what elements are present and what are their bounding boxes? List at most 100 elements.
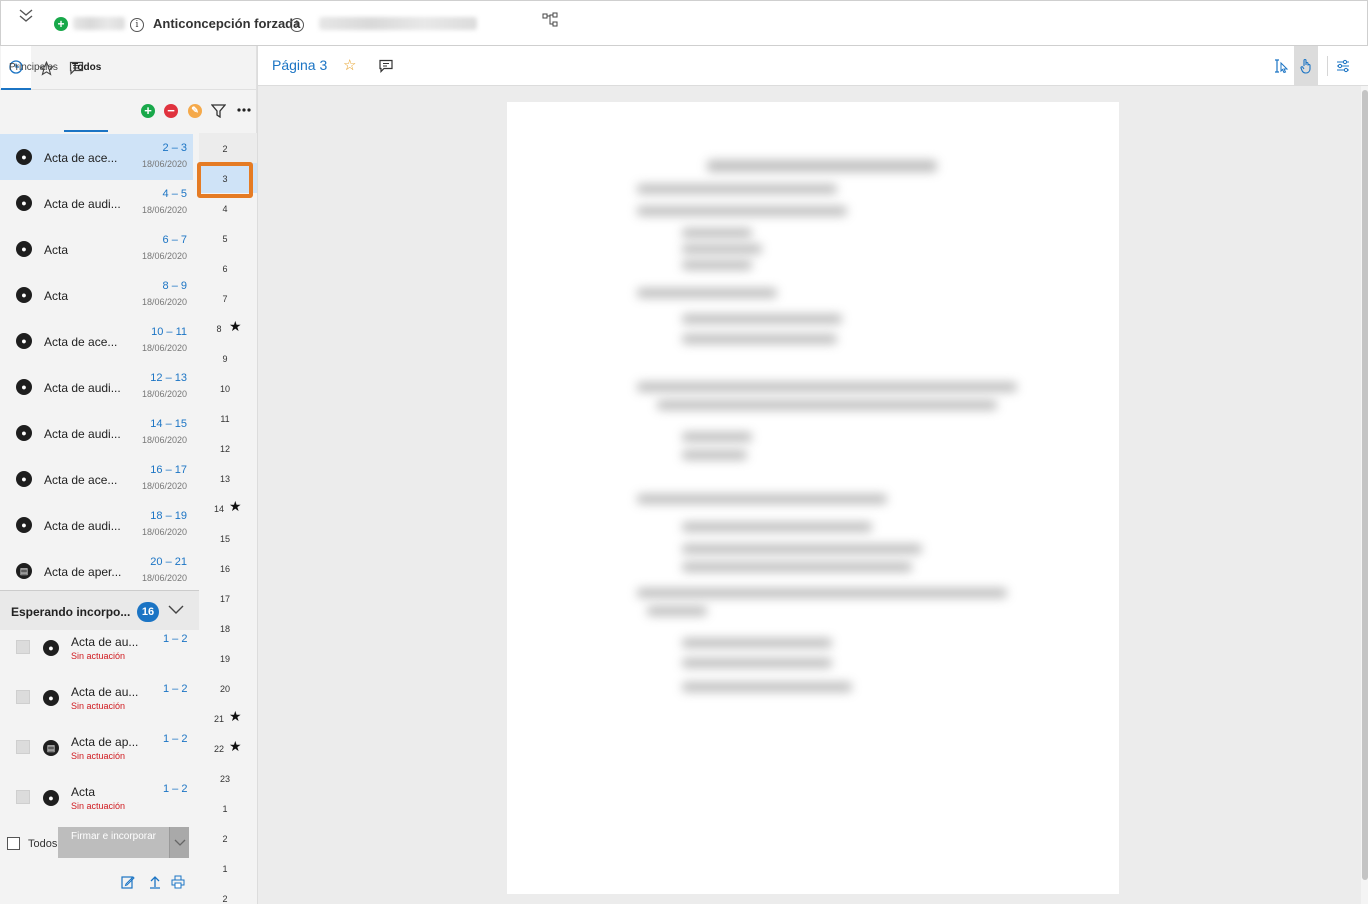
page-number-cell[interactable]: 9 xyxy=(199,343,257,373)
pending-item-checkbox[interactable] xyxy=(16,740,30,754)
page-number-cell[interactable]: 19 xyxy=(199,643,257,673)
page-number-cell[interactable]: 21 ★ xyxy=(199,703,257,733)
page-number-cell[interactable]: 18 xyxy=(199,613,257,643)
page-number-cell[interactable]: 8 ★ xyxy=(199,313,257,343)
pending-item-title: Acta xyxy=(71,785,96,799)
blurred-text xyxy=(637,382,1017,392)
tree-structure-icon[interactable] xyxy=(542,12,558,28)
page-title: Página 3 xyxy=(272,57,328,73)
document-date: 18/06/2020 xyxy=(141,481,187,491)
info-icon[interactable]: i xyxy=(130,18,144,32)
page-number-cell[interactable]: 6 xyxy=(199,253,257,283)
page-number: 2 xyxy=(222,894,228,904)
document-date: 18/06/2020 xyxy=(141,297,187,307)
document-list-item[interactable]: ● Acta de audi... 12 – 13 18/06/2020 xyxy=(0,364,193,410)
page-number-cell[interactable]: 10 xyxy=(199,373,257,403)
document-viewer: Página 3 ☆ xyxy=(257,46,1368,904)
page-number-cell[interactable]: 2 xyxy=(199,133,257,163)
page-number-cell[interactable]: 23 xyxy=(199,763,257,793)
edit-circle-icon[interactable]: ✎ xyxy=(188,104,202,118)
pending-list-item[interactable]: ▤ Acta de ap... Sin actuación 1 – 2 xyxy=(0,730,199,780)
page-number-cell[interactable]: 3 xyxy=(199,163,257,193)
comment-icon[interactable] xyxy=(379,59,393,73)
page-number-cell[interactable]: 5 xyxy=(199,223,257,253)
page-number-cell[interactable]: 11 xyxy=(199,403,257,433)
document-list-item[interactable]: ● Acta de ace... 2 – 3 18/06/2020 xyxy=(0,134,193,180)
pending-list-item[interactable]: ● Acta Sin actuación 1 – 2 xyxy=(0,780,199,830)
blurred-text xyxy=(682,682,852,692)
document-page-range: 12 – 13 xyxy=(150,372,187,384)
upload-icon[interactable] xyxy=(148,875,162,889)
page-number-cell[interactable]: 17 xyxy=(199,583,257,613)
document-list-item[interactable]: ● Acta 8 – 9 18/06/2020 xyxy=(0,272,193,318)
page-number-cell[interactable]: 12 xyxy=(199,433,257,463)
document-list-item[interactable]: ▤ Acta de aper... 20 – 21 18/06/2020 xyxy=(0,548,193,594)
pending-section-header[interactable]: Esperando incorpo... 16 xyxy=(0,590,199,630)
add-circle-icon[interactable]: + xyxy=(141,104,155,118)
pending-item-title: Acta de au... xyxy=(71,635,139,649)
document-list-item[interactable]: ● Acta 6 – 7 18/06/2020 xyxy=(0,226,193,272)
chevron-down-icon[interactable] xyxy=(167,603,185,617)
print-icon[interactable] xyxy=(171,875,185,889)
page-number: 2 xyxy=(222,834,228,844)
settings-tool[interactable] xyxy=(1331,46,1355,86)
page-number-cell[interactable]: 4 xyxy=(199,193,257,223)
page-number-cell[interactable]: 13 xyxy=(199,463,257,493)
document-list-item[interactable]: ● Acta de audi... 4 – 5 18/06/2020 xyxy=(0,180,193,226)
document-list-item[interactable]: ● Acta de ace... 10 – 11 18/06/2020 xyxy=(0,318,193,364)
page-number-cell[interactable]: 14 ★ xyxy=(199,493,257,523)
page-number-cell[interactable]: 1 xyxy=(199,853,257,883)
filter-icon[interactable] xyxy=(211,104,226,118)
hand-tool[interactable] xyxy=(1294,46,1318,86)
sign-and-incorporate-button[interactable]: Firmar e incorporar xyxy=(58,827,169,858)
favorite-star-icon[interactable]: ☆ xyxy=(343,56,356,74)
remove-circle-icon[interactable]: − xyxy=(164,104,178,118)
star-icon: ★ xyxy=(229,738,242,754)
pending-item-checkbox[interactable] xyxy=(16,790,30,804)
pending-item-checkbox[interactable] xyxy=(16,690,30,704)
document-title: Acta de ace... xyxy=(44,151,118,165)
pending-list: ● Acta de au... Sin actuación 1 – 2 ● Acta de… xyxy=(0,630,199,830)
page-number-cell[interactable]: 2 xyxy=(199,823,257,853)
sign-options-dropdown[interactable] xyxy=(169,827,189,858)
document-list-item[interactable]: ● Acta de audi... 14 – 15 18/06/2020 xyxy=(0,410,193,456)
page-number-cell[interactable]: 2 xyxy=(199,883,257,904)
page-number-cell[interactable]: 22 ★ xyxy=(199,733,257,763)
page-number-cell[interactable]: 15 xyxy=(199,523,257,553)
document-list-item[interactable]: ● Acta de ace... 16 – 17 18/06/2020 xyxy=(0,456,193,502)
blurred-text xyxy=(682,432,752,442)
page-number-cell[interactable]: 7 xyxy=(199,283,257,313)
subtab-principales[interactable]: Principales xyxy=(9,62,58,73)
page-number: 17 xyxy=(219,594,230,604)
page-number-cell[interactable]: 20 xyxy=(199,673,257,703)
more-options-icon[interactable] xyxy=(237,108,251,112)
pending-item-status: Sin actuación xyxy=(71,651,126,661)
document-page-range: 8 – 9 xyxy=(162,280,187,292)
pending-item-status: Sin actuación xyxy=(71,701,126,711)
page-number: 2 xyxy=(222,144,228,154)
plus-circle-icon[interactable]: + xyxy=(54,17,68,31)
scrollbar-thumb[interactable] xyxy=(1362,90,1368,880)
page-number-cell[interactable]: 16 xyxy=(199,553,257,583)
blurred-text xyxy=(637,184,837,194)
blurred-text xyxy=(682,228,752,238)
subtab-todos[interactable]: Todos xyxy=(72,62,101,73)
viewer-scrollbar[interactable] xyxy=(1361,86,1368,904)
pending-item-checkbox[interactable] xyxy=(16,640,30,654)
pending-list-item[interactable]: ● Acta de au... Sin actuación 1 – 2 xyxy=(0,630,199,680)
select-all-checkbox[interactable] xyxy=(7,837,20,850)
edit-document-icon[interactable] xyxy=(121,875,135,889)
page-number: 5 xyxy=(222,234,228,244)
blurred-text xyxy=(682,638,832,648)
pending-list-item[interactable]: ● Acta de au... Sin actuación 1 – 2 xyxy=(0,680,199,730)
document-title: Acta de aper... xyxy=(44,565,122,579)
top-bar: + i Anticoncepción forzada i xyxy=(0,0,1368,46)
blurred-text xyxy=(637,588,1007,598)
info-icon[interactable]: i xyxy=(290,18,304,32)
page-number-cell[interactable]: 1 xyxy=(199,793,257,823)
collapse-chevron-icon[interactable] xyxy=(17,8,35,24)
document-list-item[interactable]: ● Acta de audi... 18 – 19 18/06/2020 xyxy=(0,502,193,548)
settings-sliders-icon xyxy=(1337,59,1349,73)
text-select-tool[interactable] xyxy=(1269,46,1293,86)
blurred-text xyxy=(682,314,842,324)
